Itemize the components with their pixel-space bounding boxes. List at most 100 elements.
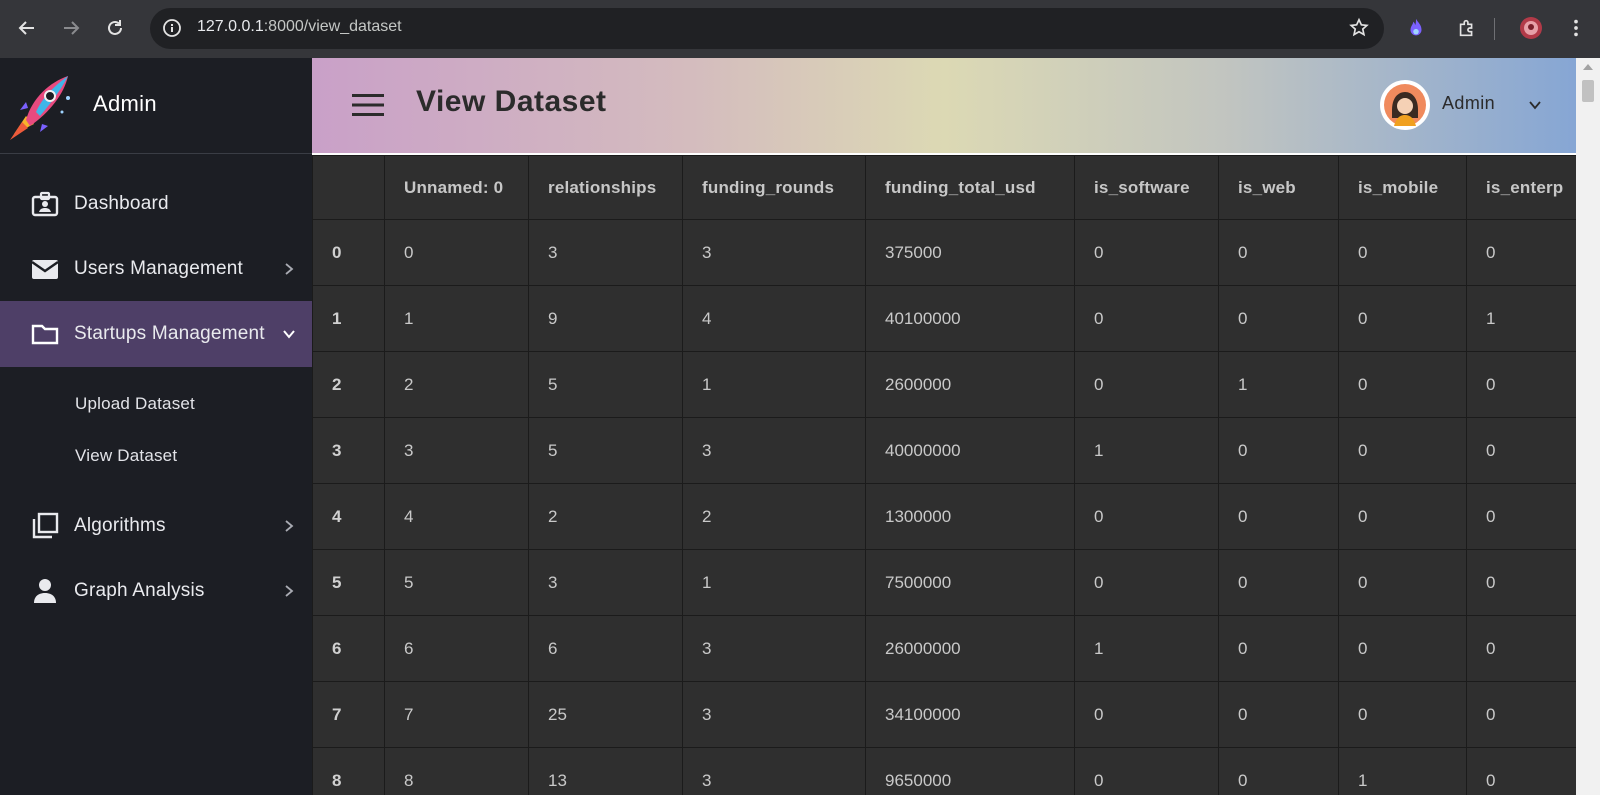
folder-icon [30, 319, 60, 349]
id-badge-icon [30, 189, 60, 219]
chevron-right-icon [285, 263, 294, 275]
table-cell: 5 [528, 351, 683, 418]
table-cell: 0 [1338, 417, 1467, 484]
table-cell: 0 [1218, 219, 1339, 286]
table-cell: 0 [1338, 351, 1467, 418]
page-header: View Dataset Admin [312, 58, 1576, 153]
table-cell: 9 [528, 285, 683, 352]
dataset-table-container[interactable]: Unnamed: 0 relationships funding_rounds fun… [312, 153, 1576, 795]
table-cell: 0 [1466, 549, 1576, 616]
table-cell: 0 [1218, 747, 1339, 795]
table-cell: 0 [1218, 681, 1339, 748]
sidebar-item-label: Dashboard [74, 193, 169, 214]
sidebar-item-dashboard[interactable]: Dashboard [0, 171, 312, 237]
table-cell: 0 [1466, 219, 1576, 286]
table-header-row: Unnamed: 0 relationships funding_rounds fun… [312, 155, 1576, 220]
column-header: Unnamed: 0 [384, 155, 529, 220]
table-cell: 3 [682, 615, 866, 682]
hamburger-menu-icon[interactable] [352, 93, 384, 117]
row-index-cell: 4 [312, 483, 385, 550]
back-arrow-icon[interactable] [12, 13, 42, 43]
scrollbar-thumb[interactable] [1582, 80, 1594, 102]
table-body: 0 0 3 3 375000 0 0 0 0 1 1 9 4 40100000 0 0 0 1 2 2 5 1 260000… [312, 219, 1576, 795]
chevron-right-icon [285, 585, 294, 597]
table-cell: 0 [1074, 549, 1219, 616]
column-header: is_web [1218, 155, 1339, 220]
user-avatar[interactable] [1380, 80, 1430, 130]
table-cell: 13 [528, 747, 683, 795]
sidebar-item-users-management[interactable]: Users Management [0, 236, 312, 302]
table-cell: 3 [682, 747, 866, 795]
url-path: :8000/view_dataset [263, 18, 402, 35]
row-index-cell: 2 [312, 351, 385, 418]
table-cell: 0 [1218, 549, 1339, 616]
table-cell: 5 [384, 549, 529, 616]
table-cell: 3 [682, 219, 866, 286]
table-cell: 0 [1218, 285, 1339, 352]
column-header: is_software [1074, 155, 1219, 220]
page-scrollbar[interactable] [1576, 58, 1600, 795]
sidebar-subitem-upload-dataset[interactable]: Upload Dataset [75, 394, 195, 414]
toolbar-divider [1494, 18, 1495, 40]
sidebar-item-algorithms[interactable]: Algorithms [0, 493, 312, 559]
table-cell: 1 [682, 351, 866, 418]
url-text[interactable]: 127.0.0.1:8000/view_dataset [197, 18, 402, 36]
table-cell: 1 [1466, 285, 1576, 352]
brand-name: Admin [93, 91, 157, 116]
table-cell: 0 [1466, 351, 1576, 418]
column-header: is_mobile [1338, 155, 1467, 220]
chevron-down-icon[interactable] [1528, 98, 1542, 112]
scroll-up-arrow-icon[interactable] [1583, 64, 1593, 70]
column-header: relationships [528, 155, 683, 220]
row-index-cell: 8 [312, 747, 385, 795]
reload-icon[interactable] [100, 13, 130, 43]
table-row: 4 4 2 2 1300000 0 0 0 0 [312, 483, 1576, 550]
rocket-logo-icon [10, 76, 70, 140]
table-cell: 0 [1338, 285, 1467, 352]
table-cell: 1 [1218, 351, 1339, 418]
table-cell: 9650000 [865, 747, 1075, 795]
profile-avatar-icon[interactable] [1519, 16, 1543, 40]
table-cell: 1 [384, 285, 529, 352]
table-cell: 4 [384, 483, 529, 550]
sidebar-item-graph-analysis[interactable]: Graph Analysis [0, 558, 312, 624]
table-cell: 0 [1074, 483, 1219, 550]
table-row: 1 1 9 4 40100000 0 0 0 1 [312, 285, 1576, 352]
sidebar-item-startups-management[interactable]: Startups Management [0, 301, 312, 367]
bookmark-star-icon[interactable] [1348, 17, 1370, 39]
table-cell: 2600000 [865, 351, 1075, 418]
table-cell: 0 [1074, 219, 1219, 286]
table-cell: 40000000 [865, 417, 1075, 484]
extension-flame-icon[interactable] [1404, 16, 1428, 40]
sidebar-subitem-view-dataset[interactable]: View Dataset [75, 446, 177, 466]
table-cell: 4 [682, 285, 866, 352]
table-cell: 1 [1074, 615, 1219, 682]
user-name[interactable]: Admin [1442, 93, 1495, 114]
table-cell: 1 [1338, 747, 1467, 795]
extensions-puzzle-icon[interactable] [1455, 16, 1479, 40]
table-cell: 0 [1218, 417, 1339, 484]
column-header: funding_total_usd [865, 155, 1075, 220]
copy-stack-icon [30, 511, 60, 541]
forward-arrow-icon[interactable] [56, 13, 86, 43]
table-cell: 3 [682, 681, 866, 748]
table-cell: 3 [384, 417, 529, 484]
table-row: 6 6 6 3 26000000 1 0 0 0 [312, 615, 1576, 682]
more-menu-icon[interactable] [1564, 16, 1588, 40]
row-index-cell: 7 [312, 681, 385, 748]
user-icon [30, 576, 60, 606]
row-index-cell: 0 [312, 219, 385, 286]
table-cell: 7500000 [865, 549, 1075, 616]
table-row: 3 3 5 3 40000000 1 0 0 0 [312, 417, 1576, 484]
table-cell: 2 [528, 483, 683, 550]
column-header [312, 155, 385, 220]
dataset-table: Unnamed: 0 relationships funding_rounds fun… [312, 155, 1576, 795]
address-bar[interactable]: 127.0.0.1:8000/view_dataset [150, 8, 1384, 49]
envelope-icon [30, 254, 60, 284]
table-cell: 3 [528, 549, 683, 616]
site-info-icon[interactable] [162, 18, 182, 38]
brand[interactable]: Admin [0, 58, 312, 154]
table-cell: 0 [1338, 219, 1467, 286]
chevron-down-icon [283, 330, 295, 339]
table-cell: 0 [1074, 681, 1219, 748]
